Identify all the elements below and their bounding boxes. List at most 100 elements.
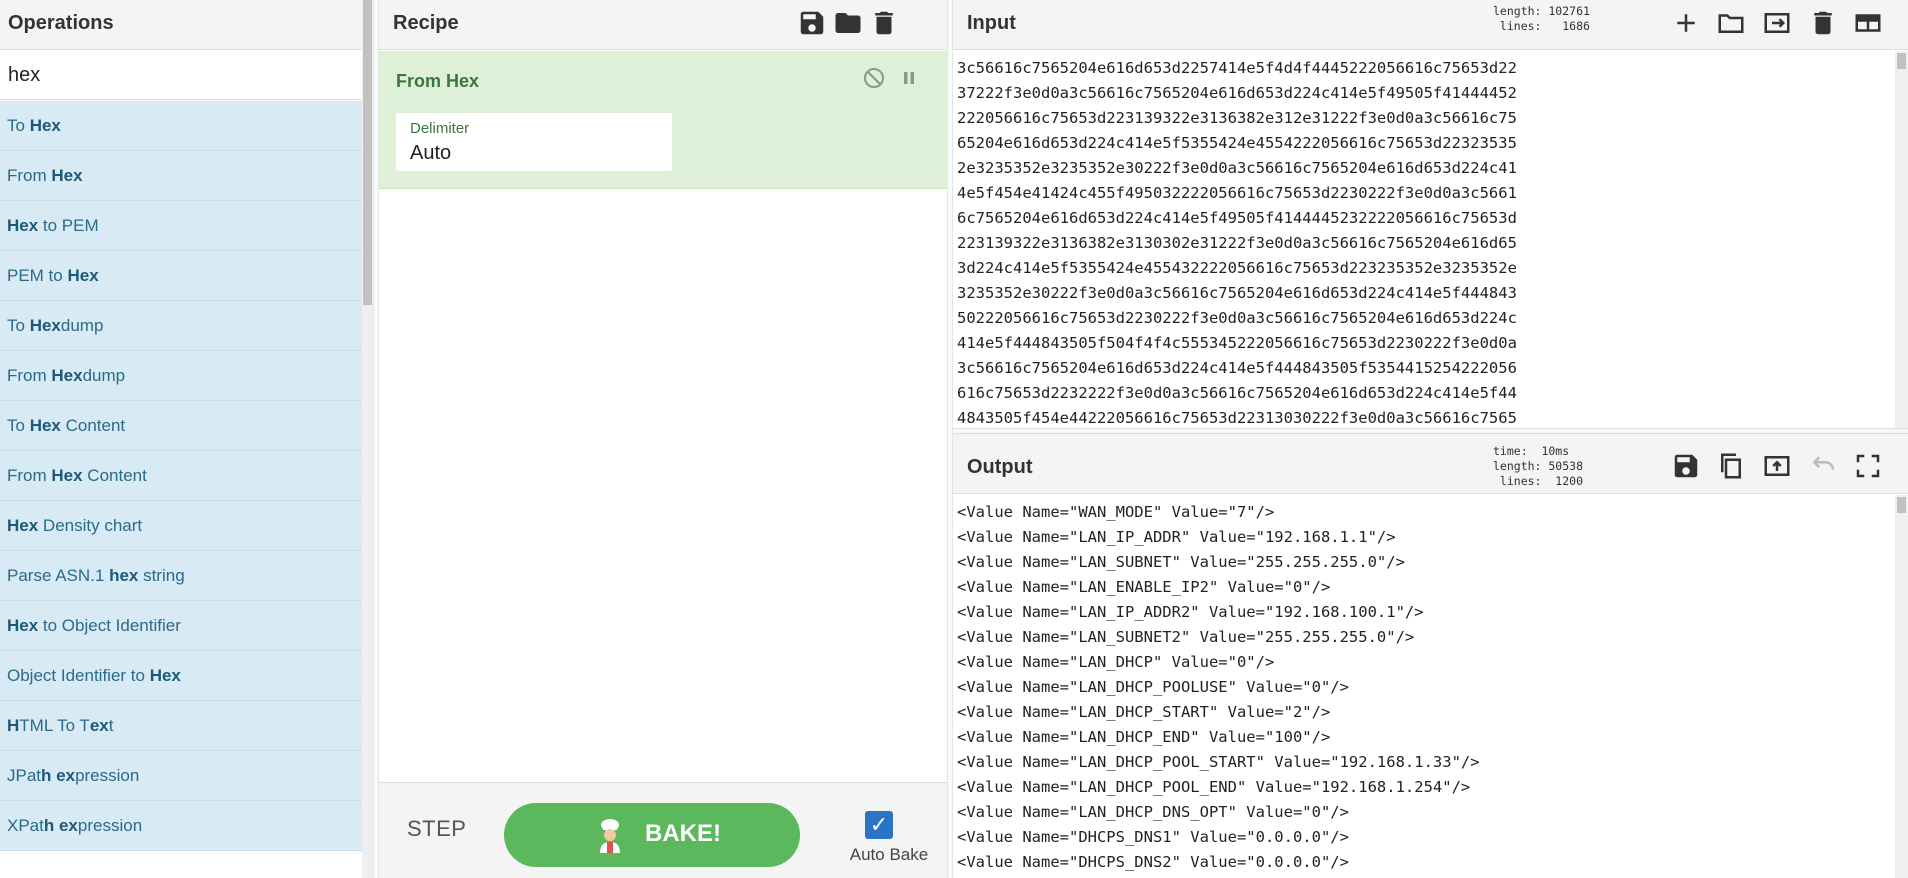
output-line: <Value Name="DHCPS_DNS1" Value="0.0.0.0"… [957, 828, 1349, 846]
output-stats: time: 10ms length: 50538 lines: 1200 [1493, 444, 1584, 488]
auto-bake-checkbox[interactable]: ✓ Auto Bake [839, 811, 939, 871]
step-button[interactable]: STEP [407, 816, 466, 842]
output-line: <Value Name="LAN_IP_ADDR2" Value="192.16… [957, 603, 1424, 621]
import-icon[interactable] [1762, 8, 1792, 38]
output-line: <Value Name="LAN_DHCP_END" Value="100"/> [957, 728, 1331, 746]
operation-label: Parse ASN.1 [7, 566, 110, 585]
output-scrollbar[interactable] [1895, 495, 1908, 878]
operations-title: Operations [8, 12, 114, 34]
undo-icon[interactable] [1808, 451, 1838, 481]
search-match-text: Hex [51, 466, 83, 485]
input-line: 50222056616c75653d2230222f3e0d0a3c56616c… [957, 309, 1517, 327]
operation-list-item[interactable]: From Hex [0, 151, 362, 201]
input-line: 65204e616d653d224c414e5f5355424e45542220… [957, 134, 1517, 152]
operation-label: to PEM [38, 216, 99, 235]
input-line: 3d224c414e5f5355424e455432222056616c7565… [957, 259, 1517, 277]
scrollbar-thumb[interactable] [1897, 53, 1906, 69]
auto-bake-label: Auto Bake [849, 845, 929, 864]
input-line: 6c7565204e616d653d224c414e5f49505f414444… [957, 209, 1517, 227]
operation-label: XPat [7, 816, 44, 835]
input-scrollbar[interactable] [1895, 51, 1908, 428]
search-match-text: h ex [43, 816, 78, 835]
trash-icon[interactable] [869, 8, 899, 38]
operations-search-input[interactable] [0, 51, 362, 100]
output-line: <Value Name="LAN_DHCP_POOLUSE" Value="0"… [957, 678, 1349, 696]
save-icon[interactable] [1671, 451, 1701, 481]
io-panel: Input length: 102761 lines: 1686 3c56616… [953, 0, 1908, 878]
output-header: Output time: 10ms length: 50538 lines: 1… [953, 434, 1908, 494]
recipe-panel: Recipe From Hex Delimiter Auto STEP BAKE… [379, 0, 947, 878]
output-line: <Value Name="LAN_DHCP_START" Value="2"/> [957, 703, 1331, 721]
search-match-text: Hex [29, 116, 61, 135]
input-textarea[interactable]: 3c56616c7565204e616d653d2257414e5f4d4f44… [957, 56, 1887, 426]
search-match-text: hex [109, 566, 139, 585]
disable-icon[interactable] [862, 66, 886, 90]
search-match-text: ex [89, 716, 109, 735]
folder-icon[interactable] [1716, 8, 1746, 38]
search-match-text: Hex [29, 316, 61, 335]
bake-button[interactable]: BAKE! [504, 803, 800, 867]
delimiter-value[interactable]: Auto [410, 142, 451, 165]
search-match-text: H [7, 716, 20, 735]
input-line: 4e5f454e41424c455f495032222056616c75653d… [957, 184, 1517, 202]
output-line: <Value Name="LAN_DHCP_POOL_END" Value="1… [957, 778, 1471, 796]
recipe-header: Recipe [379, 0, 947, 50]
input-line: 3c56616c7565204e616d653d224c414e5f444843… [957, 359, 1517, 377]
operation-list-item[interactable]: To Hex Content [0, 401, 362, 451]
operation-label: pression [77, 816, 143, 835]
operation-list-item[interactable]: To Hex [0, 101, 362, 151]
layout-icon[interactable] [1853, 8, 1883, 38]
operation-list-item[interactable]: Hex to PEM [0, 201, 362, 251]
operation-label: Density chart [38, 516, 143, 535]
operation-list-item[interactable]: To Hexdump [0, 301, 362, 351]
operation-list-item[interactable]: From Hexdump [0, 351, 362, 401]
plus-icon[interactable] [1671, 8, 1701, 38]
recipe-operation-from-hex[interactable]: From Hex Delimiter Auto [379, 51, 947, 189]
move-to-input-icon[interactable] [1762, 451, 1792, 481]
input-line: 37222f3e0d0a3c56616c7565204e616d653d224c… [957, 84, 1517, 102]
output-line: <Value Name="LAN_ENABLE_IP2" Value="0"/> [957, 578, 1331, 596]
operation-label: PEM to [7, 266, 68, 285]
output-line: <Value Name="WAN_MODE" Value="7"/> [957, 503, 1275, 521]
operation-list-item[interactable]: Hex to Object Identifier [0, 601, 362, 651]
save-icon[interactable] [797, 8, 827, 38]
operation-list-item[interactable]: HTML To Text [0, 701, 362, 751]
scrollbar-thumb[interactable] [363, 0, 372, 305]
output-line: <Value Name="LAN_IP_ADDR" Value="192.168… [957, 528, 1396, 546]
input-line: 414e5f444843505f504f4f4c555345222056616c… [957, 334, 1517, 352]
trash-icon[interactable] [1808, 8, 1838, 38]
operation-list-item[interactable]: XPath expression [0, 801, 362, 851]
chef-icon [592, 817, 628, 853]
operation-list-item[interactable]: Object Identifier to Hex [0, 651, 362, 701]
operation-label: From [7, 166, 52, 185]
operation-list-item[interactable]: JPath expression [0, 751, 362, 801]
pause-icon[interactable] [897, 66, 921, 90]
output-textarea[interactable]: <Value Name="WAN_MODE" Value="7"/> <Value… [957, 500, 1887, 878]
operation-list-item[interactable]: Hex Density chart [0, 501, 362, 551]
folder-icon[interactable] [833, 8, 863, 38]
search-match-text: h ex [41, 766, 76, 785]
operation-list-item[interactable]: From Hex Content [0, 451, 362, 501]
delimiter-field[interactable]: Delimiter Auto [396, 113, 672, 171]
copy-icon[interactable] [1716, 451, 1746, 481]
operation-label: Content [82, 466, 147, 485]
operations-panel: Operations To HexFrom HexHex to PEMPEM t… [0, 0, 373, 878]
operation-label: To [7, 416, 30, 435]
operation-label: To [7, 116, 30, 135]
recipe-title: Recipe [393, 12, 459, 34]
operation-list-item[interactable]: Parse ASN.1 hex string [0, 551, 362, 601]
output-line: <Value Name="LAN_DHCP_DNS_OPT" Value="0"… [957, 803, 1349, 821]
checkmark-icon[interactable]: ✓ [865, 811, 893, 839]
operation-label: To [7, 316, 30, 335]
input-header: Input length: 102761 lines: 1686 [953, 0, 1908, 50]
operations-scrollbar[interactable] [362, 0, 373, 878]
search-match-text: Hex [67, 266, 99, 285]
input-line: 3c56616c7565204e616d653d2257414e5f4d4f44… [957, 59, 1517, 77]
output-line: <Value Name="LAN_SUBNET2" Value="255.255… [957, 628, 1415, 646]
scrollbar-thumb[interactable] [1897, 497, 1906, 513]
output-line: <Value Name="LAN_DHCP" Value="0"/> [957, 653, 1275, 671]
operation-list-item[interactable]: PEM to Hex [0, 251, 362, 301]
maximize-icon[interactable] [1853, 451, 1883, 481]
search-match-text: Hex [51, 166, 83, 185]
input-stats: length: 102761 lines: 1686 [1493, 4, 1590, 33]
